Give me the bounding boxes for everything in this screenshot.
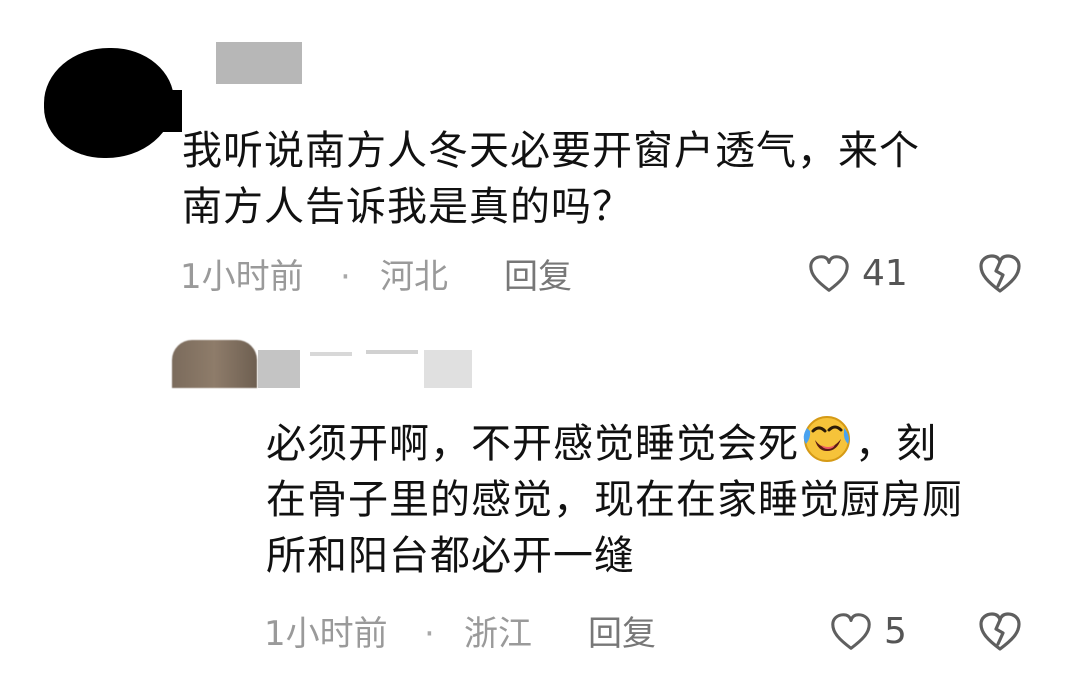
meta-separator: · — [424, 614, 435, 654]
dislike-button[interactable] — [976, 252, 1024, 296]
meta-separator: · — [340, 257, 351, 297]
reply-username-redacted-line — [310, 352, 352, 356]
heart-outline-icon — [831, 613, 871, 650]
comment-text-line-1: 我听说南方人冬天必要开窗户透气，来个 — [182, 128, 920, 174]
avatar-redacted[interactable] — [44, 48, 182, 158]
reply-button[interactable]: 回复 — [504, 257, 572, 297]
comment-time: 1小时前 — [180, 257, 304, 297]
comment-item-main: 我听说南方人冬天必要开窗户透气，来个 南方人告诉我是真的吗？ 1小时前 · 河北… — [0, 0, 1080, 320]
reply-text-line-1-start: 必须开啊，不开感觉睡觉会死 — [266, 421, 799, 467]
reply-username-redacted-part[interactable] — [424, 350, 472, 388]
reply-username-redacted-line — [366, 350, 418, 354]
broken-heart-icon — [979, 254, 1021, 293]
reply-dislike-button[interactable] — [976, 610, 1024, 654]
reply-username-redacted-part[interactable] — [258, 350, 300, 388]
like-count: 5 — [884, 611, 907, 652]
reply-text-line-2: 在骨子里的感觉，现在在家睡觉厨房厕 — [266, 477, 963, 523]
reply-time: 1小时前 — [264, 614, 388, 654]
reply-text-line-1-end: ，刻 — [855, 421, 937, 467]
like-button[interactable]: 41 — [806, 252, 926, 300]
comment-text: 我听说南方人冬天必要开窗户透气，来个 南方人告诉我是真的吗？ — [182, 123, 920, 235]
reply-button[interactable]: 回复 — [588, 614, 656, 654]
username-redacted[interactable] — [216, 42, 302, 84]
comment-location: 河北 — [380, 257, 448, 297]
rolling-on-the-floor-laughing-emoji-icon — [803, 416, 850, 462]
reply-location: 浙江 — [464, 614, 532, 654]
reply-text-line-1: 必须开啊，不开感觉睡觉会死 ，刻 — [266, 413, 963, 472]
reply-like-button[interactable]: 5 — [828, 610, 948, 658]
comment-text-line-2: 南方人告诉我是真的吗？ — [182, 184, 633, 230]
reply-avatar-redacted[interactable] — [172, 340, 257, 388]
heart-outline-icon — [809, 255, 849, 292]
broken-heart-icon — [979, 612, 1021, 651]
reply-comment-text: 必须开啊，不开感觉睡觉会死 ，刻 在骨子里的感觉，现在在家睡觉厨房厕 所和阳台都… — [266, 413, 963, 584]
like-count: 41 — [862, 253, 908, 294]
comment-meta: 1小时前 · 河北 回复 — [180, 257, 680, 297]
reply-text-line-3: 所和阳台都必开一缝 — [266, 533, 635, 579]
reply-meta: 1小时前 · 浙江 回复 — [264, 614, 764, 654]
